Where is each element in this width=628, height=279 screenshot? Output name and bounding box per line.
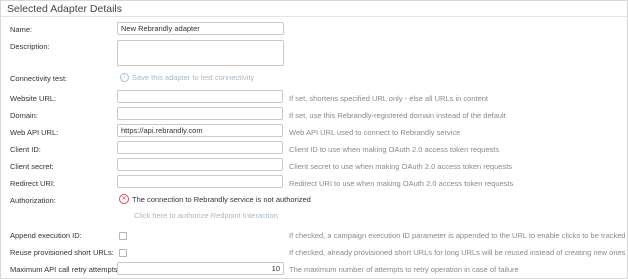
connectivity-test-label: Connectivity test: — [10, 74, 68, 83]
name-input[interactable]: New Rebrandly adapter — [117, 22, 284, 35]
max-retry-input[interactable]: 10 — [117, 262, 284, 275]
append-execution-id-checkbox[interactable] — [119, 232, 127, 240]
reuse-short-urls-label: Reuse provisioned short URLs: — [10, 248, 114, 257]
client-secret-input[interactable] — [117, 158, 283, 171]
web-api-url-help: Web API URL used to connect to Rebrandly… — [289, 128, 461, 137]
domain-label: Domain: — [10, 111, 38, 120]
web-api-url-label: Web API URL: — [10, 128, 59, 137]
max-retry-help: The maximum number of attempts to retry … — [289, 265, 519, 274]
client-secret-help: Client secret to use when making OAuth 2… — [289, 162, 513, 171]
max-retry-label: Maximum API call retry attempts: — [10, 265, 120, 274]
name-label: Name: — [10, 25, 33, 34]
redirect-uri-label: Redirect URI: — [10, 179, 56, 188]
selected-adapter-details-panel: Selected Adapter Details Name: New Rebra… — [0, 0, 628, 279]
domain-input[interactable] — [117, 107, 283, 120]
client-id-input[interactable] — [117, 141, 283, 154]
append-execution-id-help: If checked, a campaign execution ID para… — [289, 231, 628, 240]
domain-help: If set, use this Rebrandly-registered do… — [289, 111, 506, 120]
description-textarea[interactable] — [117, 40, 284, 66]
client-id-help: Client ID to use when making OAuth 2.0 a… — [289, 145, 500, 154]
website-url-help: If set, shortens specified URL only - el… — [289, 94, 488, 103]
redirect-uri-input[interactable] — [117, 175, 283, 188]
error-circle-icon: ✕ — [119, 194, 129, 204]
authorization-label: Authorization: — [10, 196, 56, 205]
website-url-input[interactable] — [117, 90, 283, 103]
title-divider — [1, 16, 627, 17]
description-label: Description: — [10, 42, 50, 51]
append-execution-id-label: Append execution ID: — [10, 231, 82, 240]
web-api-url-input[interactable]: https://api.rebrandly.com — [117, 124, 283, 137]
info-icon: i — [120, 73, 129, 82]
website-url-label: Website URL: — [10, 94, 57, 103]
reuse-short-urls-help: If checked, already provisioned short UR… — [289, 248, 626, 257]
client-secret-label: Client secret: — [10, 162, 54, 171]
authorize-link[interactable]: Click here to authorize Redpoint Interac… — [134, 211, 278, 220]
client-id-label: Client ID: — [10, 145, 41, 154]
authorization-status: The connection to Rebrandly service is n… — [132, 195, 311, 204]
redirect-uri-help: Redirect URI to use when making OAuth 2.… — [289, 179, 514, 188]
test-connectivity-link[interactable]: Save this adapter to test connectivity — [132, 73, 254, 82]
section-title: Selected Adapter Details — [7, 3, 122, 15]
reuse-short-urls-checkbox[interactable] — [119, 249, 127, 257]
